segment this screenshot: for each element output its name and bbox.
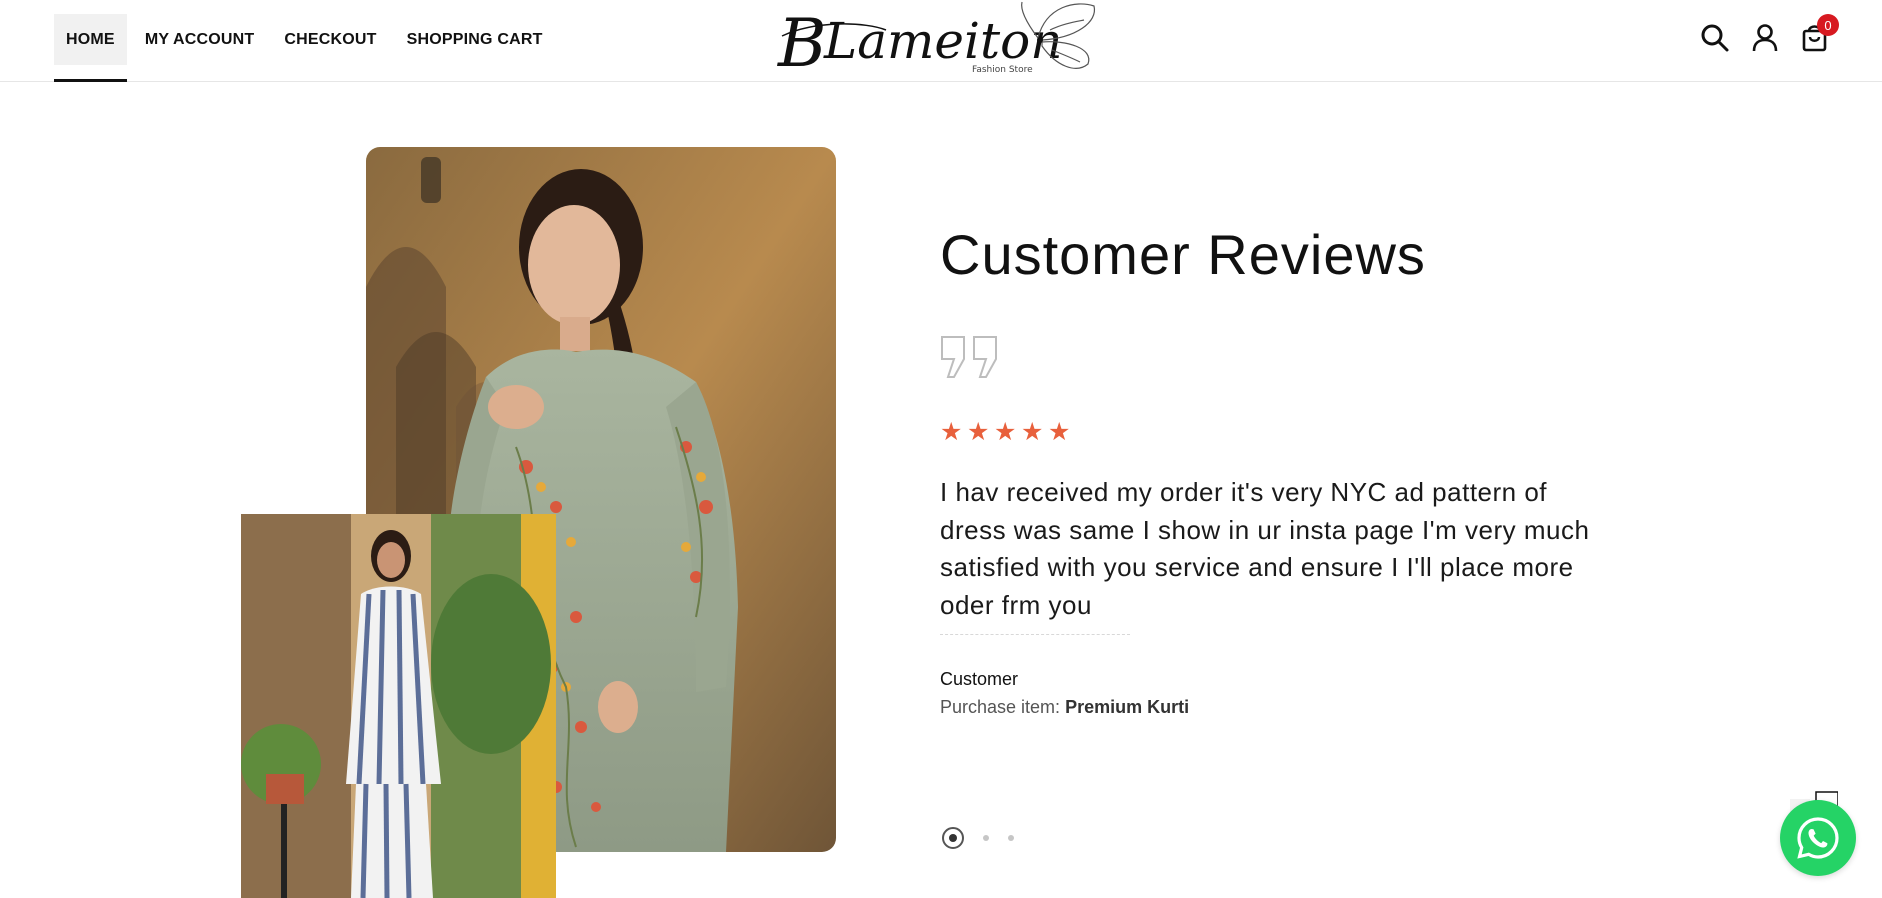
site-logo[interactable]: B Lameiton Fashion Store <box>776 0 1100 78</box>
nav-item-home[interactable]: HOME <box>54 14 127 82</box>
purchase-info: Purchase item: Premium Kurti <box>940 697 1189 718</box>
nav-item-shopping-cart[interactable]: SHOPPING CART <box>395 14 555 82</box>
main-nav: HOME MY ACCOUNT CHECKOUT SHOPPING CART <box>54 14 555 82</box>
star-icon: ★ <box>994 418 1017 446</box>
star-rating: ★ ★ ★ ★ ★ <box>940 420 1072 445</box>
user-icon[interactable] <box>1749 22 1781 54</box>
cart-count-badge: 0 <box>1817 14 1839 36</box>
star-icon: ★ <box>1048 418 1071 446</box>
purchase-item: Premium Kurti <box>1065 697 1190 717</box>
review-pagination <box>942 827 1014 849</box>
star-icon: ★ <box>940 418 963 446</box>
secondary-product-image <box>241 514 556 898</box>
star-icon: ★ <box>1021 418 1044 446</box>
site-header: HOME MY ACCOUNT CHECKOUT SHOPPING CART B… <box>0 0 1882 82</box>
section-title: Customer Reviews <box>940 223 1426 286</box>
pagination-dot-3[interactable] <box>1008 835 1014 841</box>
svg-text:B: B <box>777 5 827 78</box>
purchase-label: Purchase item: <box>940 697 1061 717</box>
review-divider <box>940 634 1130 635</box>
nav-item-my-account[interactable]: MY ACCOUNT <box>133 14 267 82</box>
pagination-dot-1[interactable] <box>942 827 964 849</box>
reviewer-name: Customer <box>940 669 1019 689</box>
quote-icon <box>941 336 997 378</box>
star-icon: ★ <box>967 418 990 446</box>
pagination-dot-2[interactable] <box>983 835 989 841</box>
header-actions <box>1642 0 1882 78</box>
search-icon[interactable] <box>1699 22 1731 54</box>
svg-text:Fashion Store: Fashion Store <box>972 65 1033 75</box>
whatsapp-chat-button[interactable] <box>1780 800 1856 876</box>
review-text: I hav received my order it's very NYC ad… <box>940 477 1590 620</box>
whatsapp-icon <box>1797 817 1839 859</box>
nav-item-checkout[interactable]: CHECKOUT <box>272 14 388 82</box>
